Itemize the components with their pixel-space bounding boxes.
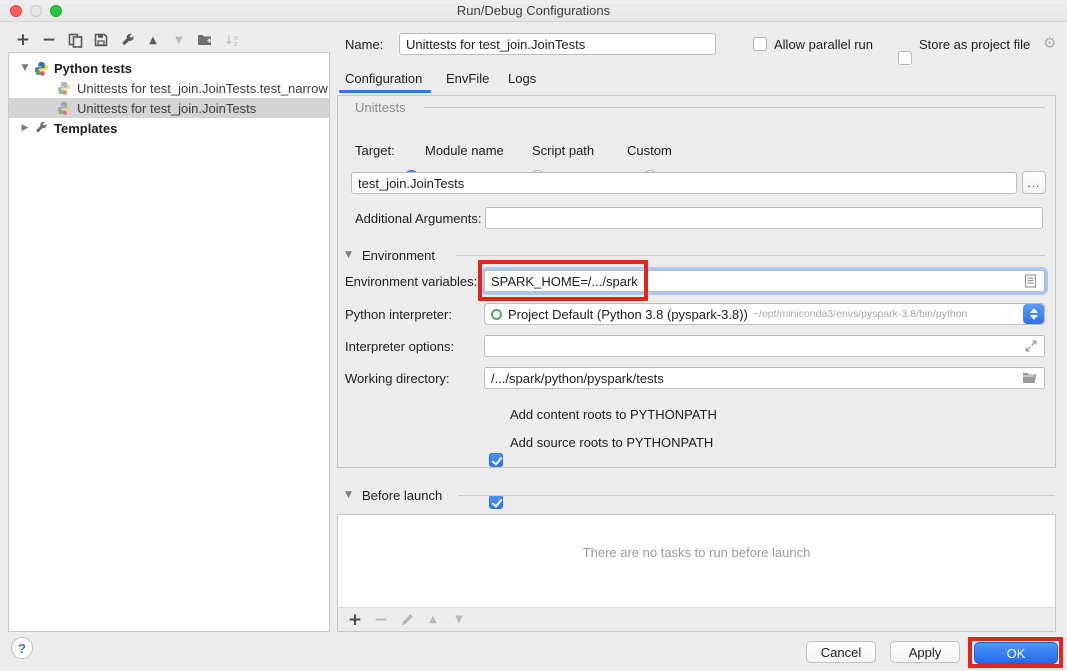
- sort-configurations-icon[interactable]: ↓az: [218, 29, 244, 51]
- move-task-up-icon[interactable]: ▲: [420, 609, 446, 631]
- store-as-project-file-label[interactable]: Store as project file: [919, 37, 1030, 52]
- unittests-group-line: [424, 107, 1045, 108]
- remove-task-button[interactable]: −: [368, 609, 394, 631]
- radio-custom-label[interactable]: Custom: [627, 143, 672, 158]
- active-tab-indicator: [339, 90, 431, 93]
- radio-module-name-label[interactable]: Module name: [425, 143, 504, 158]
- run-debug-configurations-dialog: Run/Debug Configurations + − ▲ ▼ ↓az ▼ P: [0, 0, 1067, 671]
- python-interpreter-path: ~/opt/miniconda3/envs/pyspark-3.8/bin/py…: [753, 308, 968, 320]
- working-directory-label: Working directory:: [345, 371, 450, 386]
- store-as-project-file-checkbox[interactable]: [898, 51, 912, 65]
- environment-section-line: [456, 255, 1045, 256]
- interpreter-options-label: Interpreter options:: [345, 339, 454, 354]
- python-test-icon: [56, 100, 72, 116]
- zoom-window-button[interactable]: [50, 5, 62, 17]
- allow-parallel-run-checkbox[interactable]: [753, 37, 767, 51]
- tree-item-templates[interactable]: ▶ Templates: [9, 118, 329, 138]
- tree-item-label: Python tests: [54, 61, 132, 76]
- tab-logs[interactable]: Logs: [508, 71, 536, 86]
- help-button[interactable]: ?: [11, 637, 33, 659]
- unittests-group-title: Unittests: [355, 100, 406, 115]
- add-source-roots-checkbox[interactable]: [489, 495, 503, 509]
- radio-script-path-label[interactable]: Script path: [532, 143, 594, 158]
- templates-wrench-icon: [33, 120, 49, 136]
- edit-variables-list-icon[interactable]: [1024, 274, 1037, 291]
- working-directory-input[interactable]: [484, 367, 1045, 389]
- module-name-input[interactable]: [351, 172, 1017, 194]
- before-launch-collapse-icon[interactable]: ▼: [345, 490, 352, 500]
- environment-section-title[interactable]: Environment: [362, 248, 435, 263]
- minimize-window-button[interactable]: [30, 5, 42, 17]
- python-interpreter-label: Python interpreter:: [345, 307, 452, 322]
- tree-item-unittests-test-narrow[interactable]: Unittests for test_join.JoinTests.test_n…: [9, 78, 329, 98]
- configurations-tree: ▼ Python tests Unittests for test_join.J…: [8, 52, 330, 632]
- tree-item-label: Templates: [54, 121, 117, 136]
- tree-item-label: Unittests for test_join.JoinTests: [77, 101, 256, 116]
- tree-item-python-tests[interactable]: ▼ Python tests: [9, 58, 329, 78]
- name-input[interactable]: [399, 33, 716, 55]
- save-configuration-icon[interactable]: [88, 29, 114, 51]
- tree-item-label: Unittests for test_join.JoinTests.test_n…: [77, 81, 328, 96]
- tab-configuration[interactable]: Configuration: [345, 71, 422, 86]
- cancel-button[interactable]: Cancel: [806, 641, 876, 663]
- tab-envfile[interactable]: EnvFile: [446, 71, 489, 86]
- expand-field-icon[interactable]: [1024, 339, 1038, 356]
- before-launch-section-title[interactable]: Before launch: [362, 488, 442, 503]
- additional-arguments-label: Additional Arguments:: [355, 211, 481, 226]
- add-configuration-button[interactable]: +: [10, 29, 36, 51]
- python-test-icon: [56, 80, 72, 96]
- add-content-roots-checkbox[interactable]: [489, 453, 503, 467]
- before-launch-toolbar: + − ▲ ▼: [338, 607, 1055, 631]
- move-task-down-icon[interactable]: ▼: [446, 609, 472, 631]
- ok-button[interactable]: OK: [974, 642, 1058, 664]
- move-up-icon[interactable]: ▲: [140, 29, 166, 51]
- add-content-roots-label[interactable]: Add content roots to PYTHONPATH: [510, 407, 717, 422]
- title-bar: Run/Debug Configurations: [0, 0, 1067, 22]
- close-window-button[interactable]: [10, 5, 22, 17]
- environment-variables-label: Environment variables:: [345, 274, 477, 289]
- add-source-roots-label[interactable]: Add source roots to PYTHONPATH: [510, 435, 713, 450]
- add-task-button[interactable]: +: [342, 609, 368, 631]
- target-label: Target:: [355, 143, 395, 158]
- remove-configuration-button[interactable]: −: [36, 29, 62, 51]
- conda-env-icon: [491, 309, 502, 320]
- python-interpreter-select[interactable]: Project Default (Python 3.8 (pyspark-3.8…: [484, 303, 1045, 325]
- environment-variables-input[interactable]: [484, 270, 1045, 292]
- window-title: Run/Debug Configurations: [457, 3, 610, 18]
- python-interpreter-value: Project Default (Python 3.8 (pyspark-3.8…: [508, 307, 748, 322]
- create-folder-icon[interactable]: [192, 29, 218, 51]
- tree-collapsed-icon[interactable]: ▶: [17, 123, 33, 133]
- edit-task-pencil-icon[interactable]: [394, 609, 420, 631]
- apply-button[interactable]: Apply: [890, 641, 960, 663]
- tree-item-unittests-jointests-selected[interactable]: Unittests for test_join.JoinTests: [9, 98, 329, 118]
- environment-collapse-icon[interactable]: ▼: [345, 250, 352, 260]
- move-down-icon[interactable]: ▼: [166, 29, 192, 51]
- before-launch-section-line: [458, 495, 1055, 496]
- browse-folder-icon[interactable]: [1022, 371, 1038, 387]
- edit-templates-wrench-icon[interactable]: [114, 29, 140, 51]
- python-tests-icon: [33, 60, 49, 76]
- copy-configuration-icon[interactable]: [62, 29, 88, 51]
- additional-arguments-input[interactable]: [485, 207, 1043, 229]
- empty-tasks-message: There are no tasks to run before launch: [338, 545, 1055, 560]
- interpreter-dropdown-stepper[interactable]: [1023, 304, 1044, 324]
- configurations-toolbar: + − ▲ ▼ ↓az: [10, 29, 244, 51]
- name-label: Name:: [345, 37, 383, 52]
- tree-expanded-icon[interactable]: ▼: [17, 63, 33, 73]
- store-options-gear-icon[interactable]: ⚙: [1043, 34, 1056, 52]
- browse-module-button[interactable]: ...: [1022, 171, 1046, 194]
- before-launch-tasks-panel: There are no tasks to run before launch …: [337, 514, 1056, 632]
- allow-parallel-run-label[interactable]: Allow parallel run: [774, 37, 873, 52]
- interpreter-options-input[interactable]: [484, 335, 1045, 357]
